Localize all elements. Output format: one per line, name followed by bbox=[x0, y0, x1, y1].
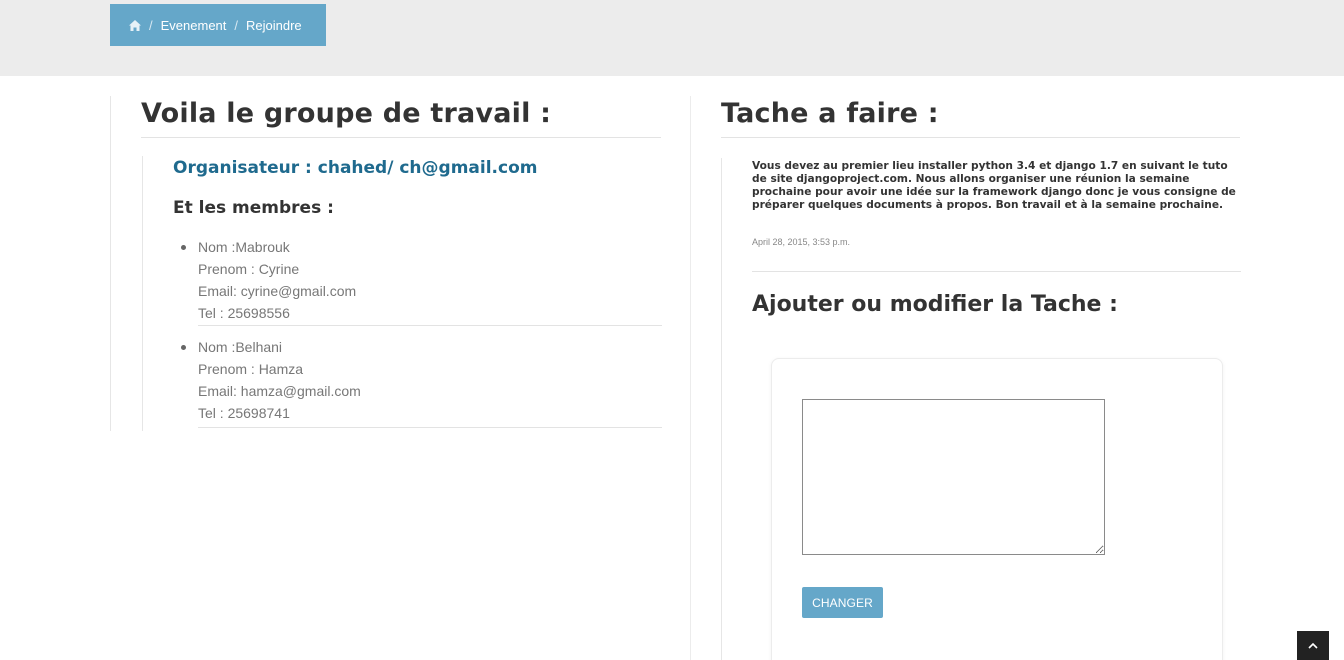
bullet-icon bbox=[181, 245, 186, 250]
edit-task-form: CHANGER bbox=[771, 358, 1223, 660]
bullet-icon bbox=[181, 345, 186, 350]
breadcrumb-separator: / bbox=[149, 17, 153, 33]
organiser-heading: Organisateur : chahed/ ch@gmail.com bbox=[173, 158, 538, 178]
task-description: Vous devez au premier lieu installer pyt… bbox=[752, 160, 1236, 211]
member-tel: Tel : 25698741 bbox=[198, 405, 290, 421]
scroll-top-button[interactable] bbox=[1297, 631, 1329, 660]
task-panel: Vous devez au premier lieu installer pyt… bbox=[721, 158, 1241, 660]
members-heading: Et les membres : bbox=[173, 198, 334, 218]
breadcrumb-item-rejoindre[interactable]: Rejoindre bbox=[246, 18, 302, 33]
divider bbox=[752, 271, 1241, 272]
member-nom: Nom :Mabrouk bbox=[198, 239, 290, 255]
breadcrumb-item-evenement[interactable]: Evenement bbox=[161, 18, 227, 33]
breadcrumb-separator: / bbox=[234, 17, 239, 33]
chevron-up-icon bbox=[1308, 642, 1318, 649]
task-timestamp: April 28, 2015, 3:53 p.m. bbox=[752, 237, 851, 247]
work-group-section: Voila le groupe de travail : Organisateu… bbox=[110, 96, 690, 431]
member-prenom: Prenom : Cyrine bbox=[198, 261, 300, 277]
divider bbox=[198, 427, 662, 428]
member-list: Nom :Mabrouk Prenom : Cyrine Email: cyri… bbox=[173, 238, 662, 428]
task-textarea[interactable] bbox=[802, 399, 1105, 555]
edit-task-heading: Ajouter ou modifier la Tache : bbox=[752, 292, 1118, 317]
change-button[interactable]: CHANGER bbox=[802, 587, 883, 618]
work-group-panel: Organisateur : chahed/ ch@gmail.com Et l… bbox=[142, 156, 662, 431]
breadcrumb: / Evenement / Rejoindre bbox=[110, 4, 326, 46]
column-divider bbox=[690, 96, 691, 660]
member-email: Email: hamza@gmail.com bbox=[198, 383, 361, 399]
member-tel: Tel : 25698556 bbox=[198, 305, 290, 321]
work-group-title: Voila le groupe de travail : bbox=[141, 98, 661, 138]
member-nom: Nom :Belhani bbox=[198, 339, 283, 355]
list-item: Nom :Belhani Prenom : Hamza Email: hamza… bbox=[173, 336, 662, 428]
member-email: Email: cyrine@gmail.com bbox=[198, 283, 357, 299]
home-icon[interactable] bbox=[129, 19, 141, 31]
divider bbox=[198, 325, 662, 326]
list-item: Nom :Mabrouk Prenom : Cyrine Email: cyri… bbox=[173, 238, 662, 336]
task-title: Tache a faire : bbox=[721, 98, 1240, 138]
member-prenom: Prenom : Hamza bbox=[198, 361, 304, 377]
